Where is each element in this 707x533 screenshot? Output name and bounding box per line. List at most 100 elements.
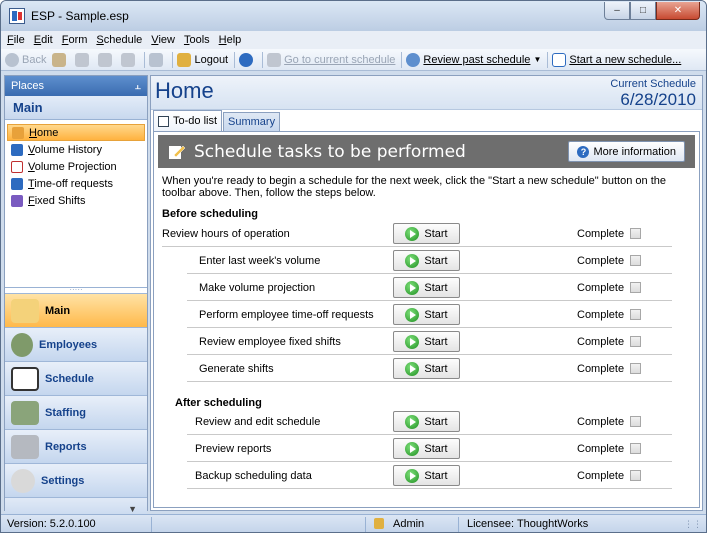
menu-schedule[interactable]: Schedule: [96, 34, 142, 46]
menu-tools[interactable]: Tools: [184, 34, 210, 46]
calendar-icon: [11, 366, 39, 391]
group-label: Employees: [39, 338, 98, 351]
group-reports-button[interactable]: Reports: [5, 429, 147, 463]
complete-checkbox[interactable]: [630, 309, 642, 320]
paste-button[interactable]: [121, 52, 138, 67]
complete-checkbox[interactable]: [630, 336, 642, 347]
menu-file[interactable]: File: [7, 34, 25, 46]
printer-icon: [11, 434, 39, 459]
help-button[interactable]: [239, 52, 256, 67]
print-button[interactable]: [149, 52, 166, 67]
back-arrow-icon: [5, 52, 19, 67]
task-row: Generate shifts Start Complete: [162, 355, 672, 382]
tab-summary[interactable]: Summary: [223, 112, 281, 131]
copy-button[interactable]: [98, 52, 115, 67]
title-bar: ESP - Sample.esp – □ ✕: [1, 1, 706, 31]
start-button[interactable]: Start: [393, 223, 460, 244]
tab-label: To-do list: [173, 115, 218, 127]
task-row: Backup scheduling data Start Complete: [162, 462, 672, 489]
intro-text: When you're ready to begin a schedule fo…: [162, 175, 666, 199]
group-main-button[interactable]: Main: [5, 293, 147, 327]
start-label: Start: [424, 308, 448, 321]
places-header: Places ⫠: [5, 76, 147, 96]
complete-checkbox[interactable]: [630, 255, 642, 266]
more-information-label: More information: [593, 145, 676, 158]
before-scheduling-heading: Before scheduling: [162, 208, 258, 220]
start-button[interactable]: Start: [393, 331, 460, 352]
complete-label: Complete: [577, 415, 625, 428]
nav-item-label: Volume Projection: [28, 160, 117, 173]
more-information-button[interactable]: ? More information: [568, 141, 685, 162]
complete-label: Complete: [577, 227, 625, 240]
logout-button[interactable]: Logout: [177, 52, 228, 67]
start-label: Start: [424, 469, 448, 482]
task-row: Review and edit schedule Start Complete: [162, 408, 672, 435]
menu-help[interactable]: Help: [219, 34, 242, 46]
nav-item-volume-projection[interactable]: Volume Projection: [7, 158, 145, 175]
review-past-schedule-button[interactable]: Review past schedule ▼: [406, 52, 541, 67]
complete-label: Complete: [577, 362, 625, 375]
maximize-button[interactable]: □: [630, 2, 656, 20]
go-arrow-icon: [405, 226, 420, 241]
go-arrow-icon: [405, 468, 420, 483]
task-label: Generate shifts: [199, 362, 274, 375]
group-employees-button[interactable]: Employees: [5, 327, 147, 361]
complete-checkbox[interactable]: [630, 363, 642, 374]
complete-label: Complete: [577, 335, 625, 348]
nav-item-time-off-requests[interactable]: Time-off requests: [7, 175, 145, 192]
current-schedule-date: 6/28/2010: [620, 90, 696, 109]
complete-checkbox[interactable]: [630, 470, 642, 481]
start-button[interactable]: Start: [393, 304, 460, 325]
go-arrow-icon: [405, 307, 420, 322]
back-button[interactable]: Back: [5, 52, 46, 67]
nav-item-fixed-shifts[interactable]: Fixed Shifts: [7, 192, 145, 209]
task-row: Review employee fixed shifts Start Compl…: [162, 328, 672, 355]
group-staffing-button[interactable]: Staffing: [5, 395, 147, 429]
start-label: Start: [424, 254, 448, 267]
complete-checkbox[interactable]: [630, 228, 642, 239]
task-label: Review hours of operation: [162, 227, 290, 240]
start-button[interactable]: Start: [393, 358, 460, 379]
complete-status: Complete: [577, 443, 642, 455]
start-button[interactable]: Start: [393, 465, 460, 486]
complete-checkbox[interactable]: [630, 282, 642, 293]
go-arrow-icon: [405, 280, 420, 295]
close-button[interactable]: ✕: [656, 2, 700, 20]
start-button[interactable]: Start: [393, 250, 460, 271]
complete-checkbox[interactable]: [630, 416, 642, 427]
menu-form[interactable]: Form: [62, 34, 88, 46]
group-label: Settings: [41, 474, 85, 487]
nav-item-label: Fixed Shifts: [28, 194, 86, 207]
group-schedule-button[interactable]: Schedule: [5, 361, 147, 395]
task-row: Enter last week's volume Start Complete: [162, 247, 672, 274]
tab-todo-list[interactable]: To-do list: [153, 110, 223, 131]
tab-bar: To-do list Summary: [153, 110, 281, 131]
minimize-button[interactable]: –: [604, 2, 630, 20]
menu-edit[interactable]: Edit: [34, 34, 53, 46]
start-button[interactable]: Start: [393, 277, 460, 298]
copy-icon: [98, 52, 113, 67]
start-label: Start: [424, 335, 448, 348]
task-label: Enter last week's volume: [199, 254, 321, 267]
go-to-current-schedule-button[interactable]: Go to current schedule: [267, 52, 395, 67]
main-area: Home Current Schedule 6/28/2010 To-do li…: [150, 75, 703, 511]
cut-button[interactable]: [75, 52, 92, 67]
pin-icon[interactable]: ⫠: [134, 80, 141, 92]
current-schedule-label: Current Schedule: [610, 78, 696, 90]
start-button[interactable]: Start: [393, 411, 460, 432]
gear-icon: [11, 468, 35, 493]
menu-view[interactable]: View: [151, 34, 175, 46]
tasks-banner: Schedule tasks to be performed ? More in…: [158, 135, 695, 168]
start-new-schedule-button[interactable]: Start a new schedule...: [552, 52, 681, 67]
complete-checkbox[interactable]: [630, 443, 642, 454]
calendar-icon: [267, 52, 282, 67]
status-divider: [365, 517, 366, 532]
complete-status: Complete: [577, 309, 642, 321]
resize-grip-icon[interactable]: ⋮⋮: [684, 519, 702, 530]
home-toolbar-button[interactable]: [52, 52, 69, 67]
task-label: Make volume projection: [199, 281, 316, 294]
nav-item-home[interactable]: Home: [7, 124, 145, 141]
nav-item-volume-history[interactable]: Volume History: [7, 141, 145, 158]
start-button[interactable]: Start: [393, 438, 460, 459]
group-settings-button[interactable]: Settings: [5, 463, 147, 497]
